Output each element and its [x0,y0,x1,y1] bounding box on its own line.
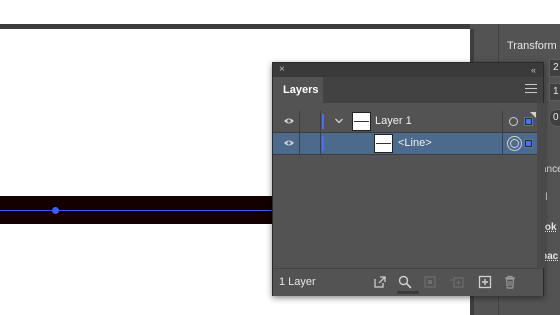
collect-for-export-icon[interactable] [372,274,388,290]
lock-toggle[interactable] [299,111,321,132]
layer-row[interactable]: Layer 1 [273,111,537,132]
targeted-icon[interactable] [507,136,522,151]
line-row[interactable]: <Line> [273,133,537,154]
eye-icon[interactable] [284,117,294,125]
panel-title-bar[interactable]: × « [273,63,543,77]
line-name[interactable]: <Line> [398,137,432,149]
close-icon[interactable]: × [279,64,285,76]
locate-object-icon[interactable] [397,274,413,290]
layer-color-bar [322,114,324,129]
x-field[interactable]: 2 [549,59,560,77]
selection-indicator[interactable] [524,139,533,148]
layer-name[interactable]: Layer 1 [375,115,412,127]
target-column [502,133,537,154]
layers-panel: × « Layers Layer 1 <Line> 1 Layer [272,62,545,296]
scrollbar[interactable] [537,103,545,268]
tab-layers[interactable]: Layers [273,77,323,103]
create-sublayer-icon[interactable] [449,274,465,290]
eye-icon[interactable] [284,139,294,147]
row-divider [273,154,537,155]
create-new-layer-icon[interactable] [477,274,493,290]
chevron-down-icon[interactable] [334,116,344,126]
y-field[interactable]: 1 [549,83,560,101]
panel-menu-icon[interactable] [525,84,537,96]
rotate-field[interactable]: 0 [549,109,560,127]
resize-grip[interactable] [397,291,419,294]
selection-indicator[interactable] [524,117,533,126]
make-clipping-mask-icon[interactable] [422,274,438,290]
trash-icon[interactable] [502,274,518,290]
line-path-highlight [0,210,275,211]
fill-label: ll [543,192,548,203]
lock-toggle[interactable] [299,133,321,154]
selection-corner-marker [530,112,536,118]
panel-tab-bar: Layers [273,77,543,103]
layer-color-bar [322,136,324,151]
layer-thumbnail [352,112,371,131]
anchor-point[interactable] [52,207,59,214]
layer-count: 1 Layer [279,276,316,288]
collapse-icon[interactable]: « [531,64,536,76]
target-icon[interactable] [509,117,518,126]
transform-panel-title: Transform [507,40,557,52]
line-thumbnail [374,134,393,153]
